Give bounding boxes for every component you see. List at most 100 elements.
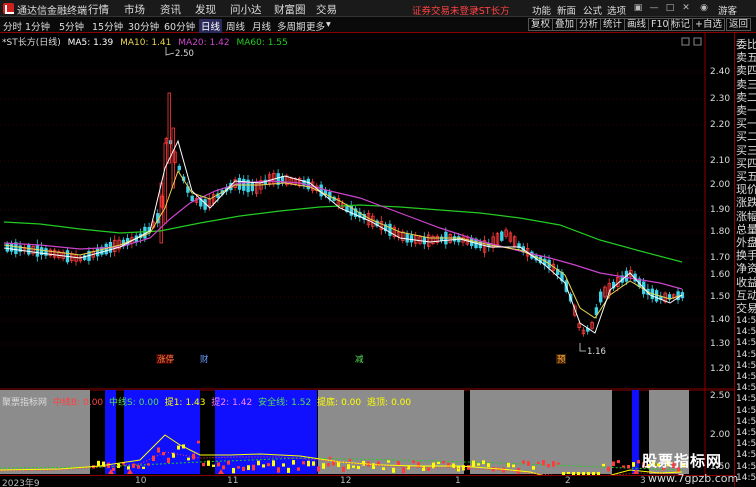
indicator-bar — [567, 472, 570, 475]
menu-news[interactable]: 资讯 — [160, 2, 181, 17]
period-multi[interactable]: 多周期 — [277, 19, 306, 33]
candle-body — [190, 195, 194, 202]
date-tick: 11 — [227, 476, 239, 486]
indicator-bar — [232, 467, 235, 474]
indicator-bar — [472, 460, 475, 467]
quote-side-panel[interactable]: 委比 卖五 卖四 卖三 卖二 卖一 买一 买二 买三 买四 买五 现价 涨跌 涨幅 总量 外盘 换手 净资 收益 互动… — [734, 33, 756, 487]
menu-ask-xiaoda[interactable]: 问小达 — [230, 2, 262, 17]
indicator-bar — [412, 460, 415, 464]
period-15min[interactable]: 15分钟 — [92, 19, 123, 33]
period-weekly[interactable]: 周线 — [226, 19, 245, 33]
event-tags: 涨停 财 减 预 — [156, 354, 566, 365]
add-watchlist-button[interactable]: +自选 — [692, 18, 725, 31]
trade-time: 14:53 — [736, 316, 756, 326]
indicator-bar — [197, 440, 200, 444]
indicator-tick: 2.00 — [710, 430, 730, 440]
menu-wealth-circle[interactable]: 财富圈 — [274, 2, 306, 17]
app-title: 通达信金融终端 — [17, 6, 87, 17]
event-tag: 财 — [200, 354, 209, 365]
indicator-bar — [522, 460, 525, 464]
candle-body — [14, 242, 18, 255]
indicator-bar — [207, 460, 210, 466]
trade-time: 14:53 — [736, 349, 756, 360]
indicator-tick: 2.50 — [710, 391, 730, 401]
indicator-bar — [612, 461, 615, 467]
draw-line-button[interactable]: 画线 — [624, 18, 650, 31]
period-more[interactable]: 更多 — [306, 19, 325, 33]
price-tick: 1.20 — [710, 364, 730, 374]
menu-market[interactable]: 市场 — [124, 2, 145, 17]
menu-trade[interactable]: 交易 — [316, 2, 337, 17]
indicator-top-label: 逃顶: — [367, 398, 389, 408]
candlestick-chart[interactable]: 2.40 2.30 2.20 2.10 2.00 1.90 1.80 1.70 … — [0, 33, 734, 390]
ma10-value: MA10: 1.41 — [120, 38, 172, 48]
period-toolbar: 分时 1分钟 5分钟 15分钟 30分钟 60分钟 日线 周线 月线 多周期 更… — [0, 17, 756, 33]
trade-login-warning[interactable]: 证券交易未登录 — [412, 3, 479, 17]
indicator-legend: 聚票指标网 中线B: 0.00 中线S: 0.00 提1: 1.43 提2: 1.42 … — [2, 395, 414, 408]
side-panel-item[interactable]: 交易 — [736, 300, 756, 316]
menu-functions[interactable]: 功能 — [532, 3, 551, 17]
candle-body — [500, 231, 504, 241]
guest-label[interactable]: 游客 — [718, 3, 737, 17]
menu-discover[interactable]: 发现 — [195, 2, 216, 17]
svg-text:1.16: 1.16 — [587, 347, 606, 357]
chevron-down-icon[interactable]: ▾ — [326, 19, 331, 30]
indicator-bar — [627, 464, 630, 469]
overlay-button[interactable]: 叠加 — [552, 18, 578, 31]
trade-time: 14:53 — [736, 372, 756, 382]
trade-time: 14:53 — [736, 405, 756, 416]
indicator-bar — [427, 467, 430, 471]
indicator-bar — [147, 463, 150, 466]
price-tick: 2.20 — [710, 120, 730, 130]
indicator-name[interactable]: 聚票指标网 — [2, 398, 47, 408]
maximize-icon[interactable]: □ — [664, 3, 676, 13]
indicator-bar — [167, 457, 170, 463]
period-1min[interactable]: 1分钟 — [25, 19, 50, 33]
menu-market-quotes[interactable]: 行情 — [88, 2, 109, 17]
indicator-bar — [112, 467, 115, 471]
stock-tab[interactable]: *ST长方 — [474, 3, 510, 17]
mark-button[interactable]: 标记 — [668, 18, 694, 31]
indicator-bar — [312, 461, 315, 466]
indicator-bar — [402, 467, 405, 474]
statistics-button[interactable]: 统计 — [600, 18, 626, 31]
ma60-value: MA60: 1.55 — [236, 38, 288, 48]
indicator-bar — [527, 461, 530, 466]
back-button[interactable]: 返回 — [726, 18, 752, 31]
skin-icon[interactable]: ▣ — [632, 3, 644, 13]
candle-body — [35, 244, 40, 257]
indicator-tip2-label: 提2: — [211, 398, 230, 408]
period-tick[interactable]: 分时 — [3, 19, 22, 33]
minimize-icon[interactable]: — — [648, 3, 660, 13]
candle-body — [167, 92, 171, 164]
candle-body — [654, 290, 659, 302]
indicator-bar — [557, 462, 560, 465]
price-tick: 1.50 — [710, 292, 730, 302]
indicator-bar — [417, 461, 420, 468]
period-daily[interactable]: 日线 — [199, 19, 223, 33]
candle-body — [405, 233, 409, 243]
candle-body — [409, 235, 414, 243]
stock-name-period[interactable]: *ST长方(日线) — [2, 38, 61, 48]
period-60min[interactable]: 60分钟 — [164, 19, 195, 33]
indicator-bar — [282, 463, 285, 467]
indicator-bar — [262, 464, 265, 468]
menu-new-page[interactable]: 新面 — [557, 3, 576, 17]
indicator-bar — [482, 460, 485, 465]
indicator-mid-sell-value: 0.00 — [138, 398, 159, 408]
period-monthly[interactable]: 月线 — [252, 19, 271, 33]
trade-time: 14:53 — [736, 327, 756, 338]
close-icon[interactable]: ✕ — [680, 3, 692, 13]
candle-body — [452, 236, 457, 242]
analysis-button[interactable]: 分析 — [576, 18, 602, 31]
indicator-bar — [507, 462, 510, 468]
menu-formula[interactable]: 公式 — [583, 3, 602, 17]
menu-options[interactable]: 选项 — [607, 3, 626, 17]
watermark-title: 股票指标网 — [642, 452, 723, 470]
user-icon[interactable]: ◉ — [698, 3, 710, 13]
period-30min[interactable]: 30分钟 — [128, 19, 159, 33]
indicator-tip1-label: 提1: — [164, 398, 183, 408]
period-5min[interactable]: 5分钟 — [59, 19, 84, 33]
indicator-bar — [332, 461, 335, 466]
adjust-button[interactable]: 复权 — [528, 18, 554, 31]
